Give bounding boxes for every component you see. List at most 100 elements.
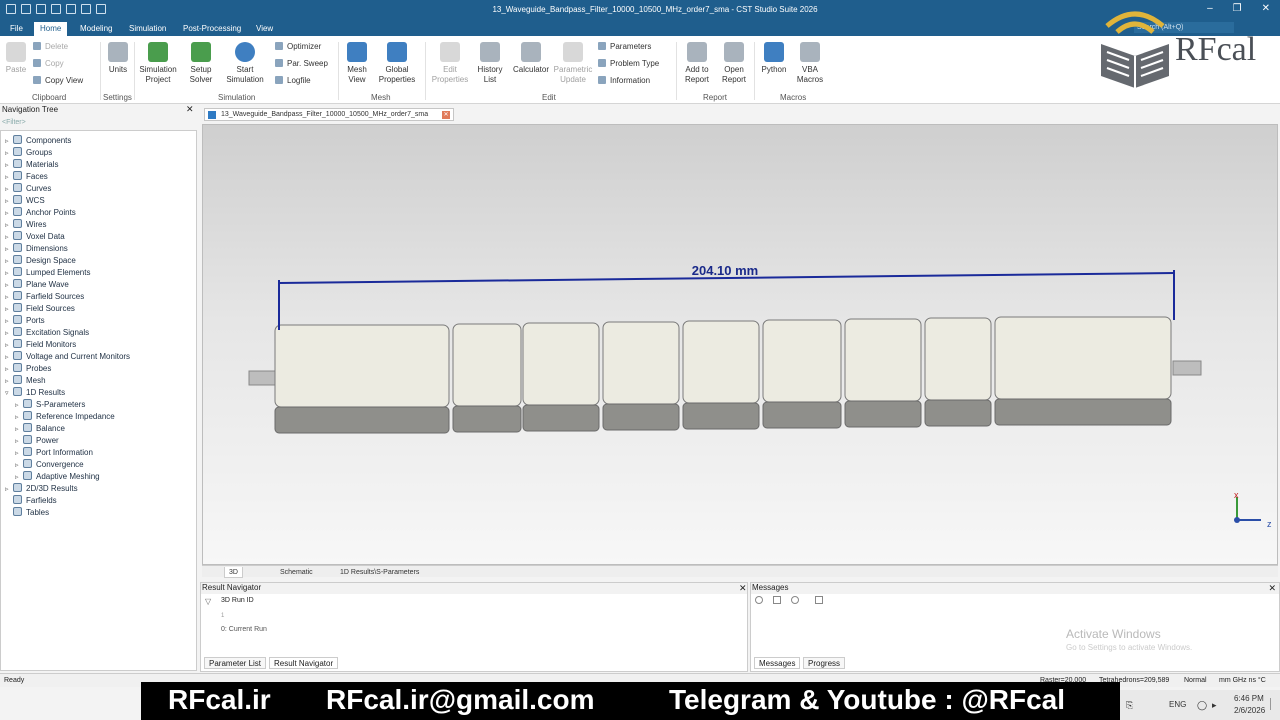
expand-icon[interactable]: ▹ (5, 197, 13, 205)
filter-icon[interactable]: ▽ (205, 597, 211, 606)
tree-node-port-information[interactable]: ▹ Port Information (15, 447, 93, 459)
tree-node-wires[interactable]: ▹ Wires (5, 219, 46, 231)
mesh-view-button[interactable]: Mesh View (343, 40, 371, 85)
expand-icon[interactable]: ▹ (5, 269, 13, 277)
expand-icon[interactable]: ▹ (5, 485, 13, 493)
expand-icon[interactable]: ▹ (5, 245, 13, 253)
tree-node-tables[interactable]: Tables (5, 507, 49, 519)
tab-result-navigator[interactable]: Result Navigator (269, 657, 339, 669)
tree-node-ports[interactable]: ▹ Ports (5, 315, 45, 327)
tree-node-farfield-sources[interactable]: ▹ Farfield Sources (5, 291, 84, 303)
start-simulation-button[interactable]: Start Simulation (223, 40, 267, 85)
filter-input[interactable]: <Filter> (0, 119, 196, 129)
clear-messages-icon[interactable] (815, 596, 823, 604)
expand-icon[interactable]: ▹ (15, 401, 23, 409)
warning-filter-icon[interactable] (773, 596, 781, 604)
tab-messages[interactable]: Messages (754, 657, 801, 669)
tree-node-components[interactable]: ▹ Components (5, 135, 71, 147)
information-button[interactable]: Information (598, 76, 650, 85)
tab-3d[interactable]: 3D (224, 567, 243, 578)
expand-icon[interactable]: ▹ (5, 257, 13, 265)
tab-parameter-list[interactable]: Parameter List (204, 657, 267, 669)
tree-node-adaptive-meshing[interactable]: ▹ Adaptive Meshing (15, 471, 100, 483)
tab-view[interactable]: View (250, 22, 279, 36)
volume-icon[interactable]: ▸ (1212, 700, 1217, 711)
expand-icon[interactable]: ▹ (5, 293, 13, 301)
expand-icon[interactable]: ▹ (5, 233, 13, 241)
tree-node-mesh[interactable]: ▹ Mesh (5, 375, 46, 387)
tab-file[interactable]: File (4, 22, 29, 36)
expand-icon[interactable]: ▹ (5, 329, 13, 337)
show-desktop-button[interactable] (1270, 698, 1276, 710)
tree-node-farfields[interactable]: Farfields (5, 495, 57, 507)
expand-icon[interactable]: ▹ (15, 449, 23, 457)
expand-icon[interactable]: ▹ (5, 137, 13, 145)
language-indicator[interactable]: ENG (1169, 700, 1186, 709)
copy-view-button[interactable]: Copy View (33, 76, 83, 85)
expand-icon[interactable]: ▹ (15, 473, 23, 481)
info-filter-icon[interactable] (791, 596, 799, 604)
parameters-button[interactable]: Parameters (598, 42, 651, 51)
tree-node-faces[interactable]: ▹ Faces (5, 171, 48, 183)
collapse-icon[interactable]: ▿ (5, 389, 13, 397)
expand-icon[interactable]: ▹ (5, 341, 13, 349)
tree-node-plane-wave[interactable]: ▹ Plane Wave (5, 279, 69, 291)
globe-icon[interactable]: ◯ (1197, 700, 1207, 711)
tab-simulation[interactable]: Simulation (123, 22, 172, 36)
tree-node-s-parameters[interactable]: ▹ S-Parameters (15, 399, 85, 411)
tree-node-lumped-elements[interactable]: ▹ Lumped Elements (5, 267, 90, 279)
open-report-button[interactable]: Open Report (718, 40, 750, 85)
error-filter-icon[interactable] (755, 596, 763, 604)
global-properties-button[interactable]: Global Properties (375, 40, 419, 85)
tree-node-convergence[interactable]: ▹ Convergence (15, 459, 84, 471)
simulation-project-button[interactable]: Simulation Project (137, 40, 179, 85)
expand-icon[interactable]: ▹ (5, 317, 13, 325)
expand-icon[interactable]: ▹ (5, 209, 13, 217)
close-icon[interactable]: ✕ (186, 104, 194, 115)
python-button[interactable]: Python (758, 40, 790, 75)
tab-modeling[interactable]: Modeling (74, 22, 118, 36)
close-icon[interactable]: ✕ (1268, 583, 1276, 594)
problem-type-button[interactable]: Problem Type (598, 59, 659, 68)
expand-icon[interactable]: ▹ (15, 413, 23, 421)
tree-node-2d-3d-results[interactable]: ▹ 2D/3D Results (5, 483, 78, 495)
expand-icon[interactable]: ▹ (5, 185, 13, 193)
expand-icon[interactable]: ▹ (5, 365, 13, 373)
setup-solver-button[interactable]: Setup Solver (184, 40, 218, 85)
tree-node-1d-results[interactable]: ▿ 1D Results (5, 387, 65, 399)
delete-button[interactable]: Delete (33, 42, 68, 51)
expand-icon[interactable]: ▹ (5, 353, 13, 361)
copy-button[interactable]: Copy (33, 59, 64, 68)
tree-node-voltage-and-current-monitors[interactable]: ▹ Voltage and Current Monitors (5, 351, 130, 363)
tree-node-field-sources[interactable]: ▹ Field Sources (5, 303, 75, 315)
tree-node-materials[interactable]: ▹ Materials (5, 159, 58, 171)
tree-node-design-space[interactable]: ▹ Design Space (5, 255, 76, 267)
tab-post-processing[interactable]: Post-Processing (177, 22, 247, 36)
expand-icon[interactable]: ▹ (5, 221, 13, 229)
paste-button[interactable]: Paste (4, 40, 28, 75)
expand-icon[interactable]: ▹ (5, 149, 13, 157)
tab-home[interactable]: Home (34, 22, 68, 36)
expand-icon[interactable]: ▹ (5, 173, 13, 181)
document-tab[interactable]: 13_Waveguide_Bandpass_Filter_10000_10500… (204, 108, 454, 121)
expand-icon[interactable]: ▹ (5, 377, 13, 385)
edit-properties-button[interactable]: Edit Properties (430, 40, 470, 85)
history-list-button[interactable]: History List (474, 40, 506, 85)
expand-icon[interactable]: ▹ (5, 161, 13, 169)
tree-node-power[interactable]: ▹ Power (15, 435, 59, 447)
add-to-report-button[interactable]: Add to Report (680, 40, 714, 85)
calculator-button[interactable]: Calculator (510, 40, 552, 75)
network-icon[interactable]: ⎘ (1126, 700, 1133, 711)
vba-macros-button[interactable]: VBA Macros (793, 40, 827, 85)
tree-node-curves[interactable]: ▹ Curves (5, 183, 51, 195)
expand-icon[interactable]: ▹ (5, 305, 13, 313)
parametric-update-button[interactable]: Parametric Update (552, 40, 594, 85)
tree-node-dimensions[interactable]: ▹ Dimensions (5, 243, 68, 255)
tree-node-wcs[interactable]: ▹ WCS (5, 195, 45, 207)
tree-node-probes[interactable]: ▹ Probes (5, 363, 51, 375)
close-icon[interactable]: ✕ (739, 583, 747, 594)
optimizer-button[interactable]: Optimizer (275, 42, 321, 51)
logfile-button[interactable]: Logfile (275, 76, 311, 85)
expand-icon[interactable]: ▹ (15, 437, 23, 445)
close-tab-icon[interactable]: ✕ (442, 111, 450, 119)
